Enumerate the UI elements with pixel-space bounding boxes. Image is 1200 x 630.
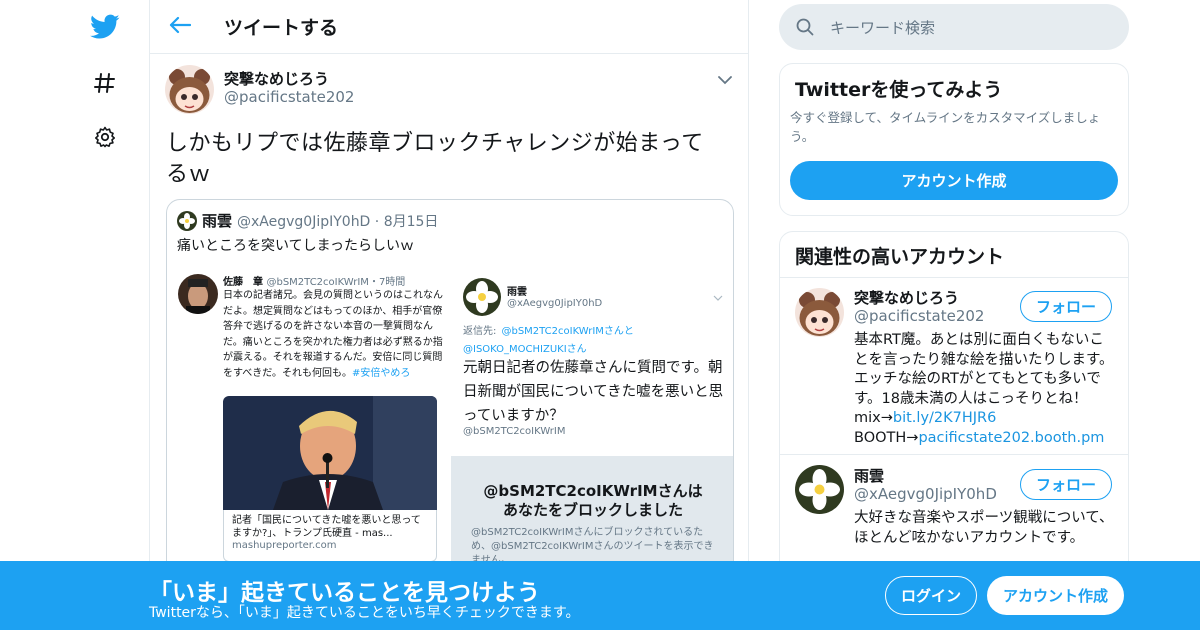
login-button[interactable]: ログイン (885, 576, 977, 615)
twitter-bird-icon[interactable] (88, 10, 122, 44)
bottom-signup-bar: 「いま」起きていることを見つけよう Twitterなら、「いま」起きていることを… (0, 561, 1200, 630)
tweet-text: しかもリプでは佐藤章ブロックチャレンジが始まってるｗ (166, 131, 704, 187)
screenshot-left-body: 日本の記者諸兄。会見の質問というのはこれなんだよ。想定質問などはもってのほか、相… (223, 290, 443, 379)
related-account[interactable]: 突撃なめじろう @pacificstate202 フォロー 基本RT魔。あとは別… (780, 278, 1128, 454)
create-account-button[interactable]: アカウント作成 (790, 161, 1118, 200)
link-card-caption: 記者「国民についてきた嘘を悪いと思ってますか?」、トランプ氏硬直 - mas..… (223, 510, 437, 562)
screenshot-avatar (178, 274, 218, 314)
back-arrow-icon (169, 16, 192, 38)
screenshot-chevron-icon (713, 286, 723, 305)
quote-date: 8月15日 (383, 214, 439, 230)
search-placeholder: キーワード検索 (830, 18, 936, 37)
account-handle[interactable]: @pacificstate202 (854, 307, 984, 325)
signup-card-desc: 今すぐ登録して、タイムラインをカスタマイズしましょう。 (790, 110, 1101, 144)
avatar[interactable] (795, 465, 844, 514)
follow-button[interactable]: フォロー (1020, 291, 1112, 322)
quoted-tweet[interactable]: 雨雲 @xAegvg0JipIY0hD · 8月15日 痛いところを突いてしまっ… (166, 199, 734, 599)
quote-avatar (177, 211, 197, 231)
signup-card: Twitterを使ってみよう 今すぐ登録して、タイムラインをカスタマイズしましょ… (779, 63, 1129, 216)
related-accounts-card: 関連性の高いアカウント 突撃なめじろう @pacificstate202 フォロ… (779, 231, 1129, 591)
related-title: 関連性の高いアカウント (795, 246, 1005, 268)
quote-author-handle: @xAegvg0JipIY0hD · 8月15日 (237, 214, 439, 230)
follow-button[interactable]: フォロー (1020, 469, 1112, 500)
quote-author-name: 雨雲 (202, 212, 233, 230)
gear-icon[interactable] (88, 120, 122, 154)
screenshot-right-body: 元朝日記者の佐藤章さんに質問です。朝日新聞が国民についてきた嘘を悪いと思っていま… (463, 360, 724, 424)
booth-link[interactable]: pacificstate202.booth.pm (918, 430, 1104, 446)
signup-card-title: Twitterを使ってみよう (795, 79, 1003, 101)
back-button[interactable] (150, 0, 210, 54)
bottom-bar-subtitle: Twitterなら、「いま」起きていることをいち早くチェックできます。 (149, 605, 580, 621)
hashtag-icon[interactable] (88, 66, 122, 100)
account-name[interactable]: 雨雲 (854, 465, 884, 486)
screenshot-footer-handle: @bSM2TC2coIKWrIM (463, 426, 566, 437)
account-handle[interactable]: @xAegvg0JipIY0hD (854, 485, 997, 503)
page-header: ツイートする (150, 0, 748, 54)
main-column: ツイートする 突撃なめじろう @pacificstate202 しかもリプでは佐… (149, 0, 749, 630)
author-name[interactable]: 突撃なめじろう (224, 68, 329, 89)
screenshot-right: 雨雲 @xAegvg0JipIY0hD 返信先: @bSM2TC2coIKWrI… (451, 260, 733, 598)
screenshot-right-avatar (463, 278, 501, 316)
blocked-title: @bSM2TC2coIKWrIMさんは あなたをブロックしました (483, 482, 703, 519)
screenshot-reply-to: 返信先: @bSM2TC2coIKWrIMさんと @ISOKO_MOCHIZUK… (463, 326, 634, 355)
avatar[interactable] (165, 65, 214, 114)
account-name[interactable]: 突撃なめじろう (854, 287, 959, 308)
account-bio: 大好きな音楽やスポーツ観戦について、ほとんど呟かないアカウントです。 (854, 510, 1114, 546)
quote-text: 痛いところを突いてしまったらしいｗ (177, 238, 415, 254)
account-bio: 基本RT魔。あとは別に面白くもないことを言ったり雑な絵を描いたりします。 エッチ… (854, 332, 1114, 446)
main-tweet: 突撃なめじろう @pacificstate202 しかもリプでは佐藤章ブロックチ… (150, 54, 748, 599)
avatar[interactable] (795, 288, 844, 337)
search-input[interactable]: キーワード検索 (779, 4, 1129, 50)
signup-button[interactable]: アカウント作成 (987, 576, 1124, 615)
bio-link[interactable]: bit.ly/2K7HJR6 (893, 410, 996, 426)
search-icon (796, 18, 814, 36)
quote-image[interactable]: 佐藤 章 @bSM2TC2coIKWrIM・7時間 日本の記者諸兄。会見の質問と… (167, 260, 733, 598)
chevron-down-icon[interactable] (718, 70, 732, 89)
page-title: ツイートする (224, 17, 339, 39)
screenshot-left-header: 佐藤 章 @bSM2TC2coIKWrIM・7時間 (223, 277, 406, 288)
screenshot-right-handle: @xAegvg0JipIY0hD (507, 298, 603, 309)
screenshot-left: 佐藤 章 @bSM2TC2coIKWrIM・7時間 日本の記者諸兄。会見の質問と… (167, 260, 451, 598)
author-handle[interactable]: @pacificstate202 (224, 88, 354, 106)
